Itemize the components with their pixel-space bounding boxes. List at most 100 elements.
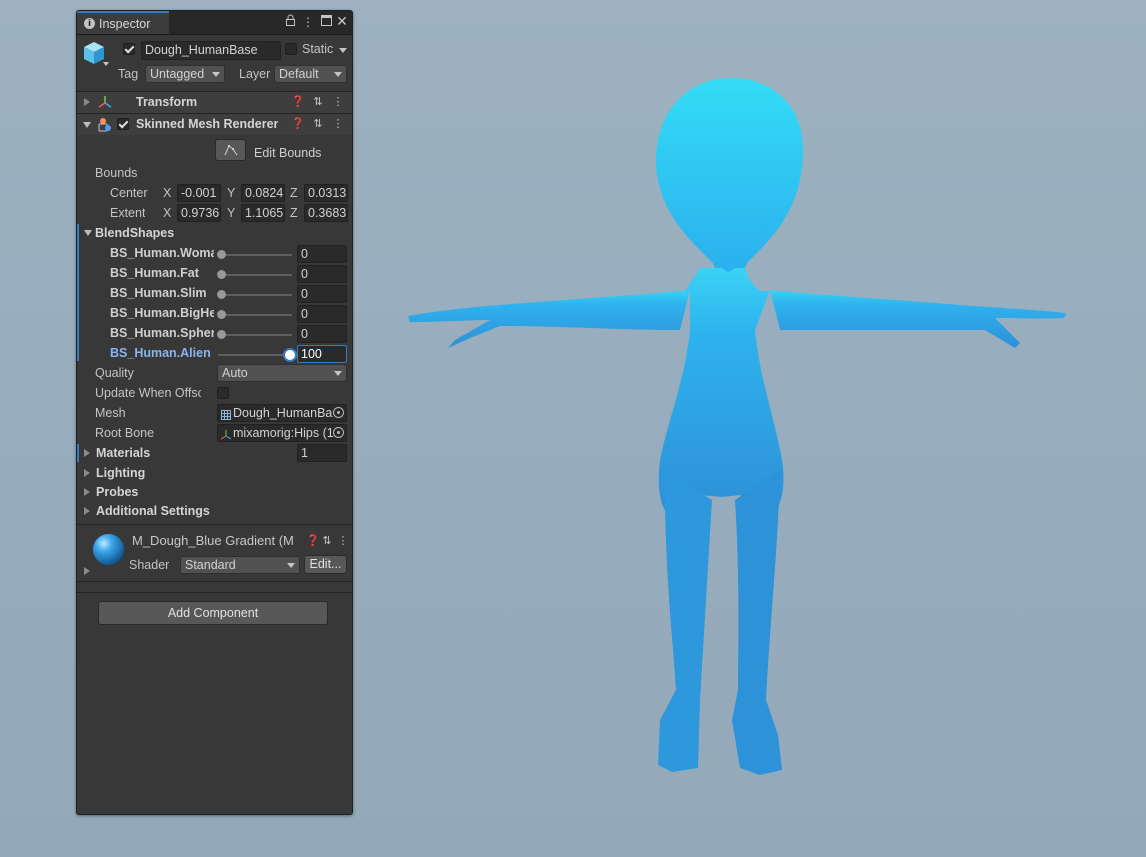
blendshape-slider-knob[interactable] xyxy=(217,310,226,319)
lighting-label[interactable]: Lighting xyxy=(96,466,145,480)
gameobject-cube-icon[interactable] xyxy=(82,40,110,72)
kebab-menu-icon[interactable]: ⋮ xyxy=(301,14,315,30)
blendshape-label: BS_Human.Alien xyxy=(110,346,211,360)
edit-bounds-button[interactable] xyxy=(215,139,246,161)
blendshape-value-field[interactable]: 0 xyxy=(297,265,347,283)
shader-dropdown[interactable]: Standard xyxy=(180,556,300,574)
blendshape-slider-track[interactable] xyxy=(218,294,292,296)
preset-sliders-icon[interactable]: ⇅ xyxy=(312,118,324,130)
blendshape-label: BS_Human.Sphere xyxy=(110,326,214,340)
foldout-arrow-icon[interactable] xyxy=(84,98,90,106)
kebab-menu-icon[interactable]: ⋮ xyxy=(332,118,344,130)
kebab-menu-icon[interactable]: ⋮ xyxy=(332,96,344,108)
maximize-icon[interactable] xyxy=(319,14,333,30)
kebab-menu-icon[interactable]: ⋮ xyxy=(337,535,349,547)
layer-dropdown[interactable]: Default xyxy=(274,65,347,83)
shader-edit-button[interactable]: Edit... xyxy=(304,555,347,574)
foldout-arrow-icon[interactable] xyxy=(84,469,90,477)
divider xyxy=(77,524,352,525)
extent-x-field[interactable]: 0.9736 xyxy=(177,204,221,222)
object-picker-icon[interactable] xyxy=(333,427,344,438)
center-x-field[interactable]: -0.001 xyxy=(177,184,221,202)
foldout-arrow-icon[interactable] xyxy=(84,230,92,236)
renderer-enabled-checkbox[interactable] xyxy=(117,118,129,130)
inspector-panel: i Inspector ⋮ ✕ Dough_HumanBase Static T… xyxy=(76,10,353,815)
chevron-down-icon xyxy=(334,72,342,77)
tab-inspector[interactable]: i Inspector xyxy=(77,11,169,34)
blendshape-label: BS_Human.BigHea xyxy=(110,306,214,320)
extent-y-field[interactable]: 1.1065 xyxy=(241,204,285,222)
blendshape-value-field[interactable]: 0 xyxy=(297,285,347,303)
tag-dropdown[interactable]: Untagged xyxy=(145,65,225,83)
blendshape-slider-knob[interactable] xyxy=(217,290,226,299)
additional-settings-label[interactable]: Additional Settings xyxy=(96,504,210,518)
center-z-field[interactable]: 0.0313 xyxy=(304,184,348,202)
skinned-mesh-header[interactable]: Skinned Mesh Renderer ❓ ⇅ ⋮ xyxy=(77,113,352,135)
override-indicator-bar xyxy=(77,224,79,361)
mesh-label: Mesh xyxy=(95,406,126,420)
object-name-field[interactable]: Dough_HumanBase xyxy=(141,41,281,60)
update-offscreen-checkbox[interactable] xyxy=(217,387,229,399)
transform-header[interactable]: Transform ❓ ⇅ ⋮ xyxy=(77,91,352,113)
static-checkbox[interactable] xyxy=(285,43,297,55)
tag-value: Untagged xyxy=(150,67,205,81)
blendshape-slider-knob[interactable] xyxy=(283,348,297,362)
blendshapes-label[interactable]: BlendShapes xyxy=(95,226,174,240)
extent-z-field[interactable]: 0.3683 xyxy=(304,204,348,222)
help-icon[interactable]: ❓ xyxy=(306,535,320,547)
blendshape-value-field[interactable]: 0 xyxy=(297,325,347,343)
center-x-label: X xyxy=(163,186,172,200)
skinned-mesh-title: Skinned Mesh Renderer xyxy=(136,117,279,131)
close-icon[interactable]: ✕ xyxy=(335,14,349,30)
tag-label: Tag xyxy=(118,67,139,81)
info-icon: i xyxy=(84,18,95,29)
help-icon[interactable]: ❓ xyxy=(291,118,305,130)
scene-viewport[interactable] xyxy=(380,60,1100,800)
root-bone-object-field[interactable]: mixamorig:Hips (1 xyxy=(217,424,347,442)
blendshape-slider-track[interactable] xyxy=(218,334,292,336)
foldout-arrow-icon[interactable] xyxy=(84,488,90,496)
static-label[interactable]: Static xyxy=(302,42,333,56)
transform-axes-icon xyxy=(98,95,112,109)
foldout-arrow-icon[interactable] xyxy=(84,567,90,575)
shader-value: Standard xyxy=(185,558,236,572)
quality-label: Quality xyxy=(95,366,134,380)
foldout-arrow-icon[interactable] xyxy=(84,449,90,457)
active-checkbox[interactable] xyxy=(123,43,135,55)
skinned-mesh-icon xyxy=(97,117,111,132)
static-dropdown-arrow-icon[interactable] xyxy=(339,48,347,53)
blendshape-slider-track[interactable] xyxy=(218,254,292,256)
blendshape-slider-track[interactable] xyxy=(218,314,292,316)
preset-sliders-icon[interactable]: ⇅ xyxy=(312,96,324,108)
divider xyxy=(77,592,352,593)
materials-label[interactable]: Materials xyxy=(96,446,150,460)
quality-dropdown[interactable]: Auto xyxy=(217,364,347,382)
blendshape-value-field[interactable]: 0 xyxy=(297,305,347,323)
layer-label: Layer xyxy=(239,67,271,81)
mesh-object-field[interactable]: Dough_HumanBa xyxy=(217,404,347,422)
quality-value: Auto xyxy=(222,366,248,380)
blendshape-label: BS_Human.Slim xyxy=(110,286,207,300)
materials-count-field[interactable]: 1 xyxy=(297,444,347,462)
bounds-label: Bounds xyxy=(95,166,138,180)
help-icon[interactable]: ❓ xyxy=(291,96,305,108)
blendshape-slider-knob[interactable] xyxy=(217,270,226,279)
preset-sliders-icon[interactable]: ⇅ xyxy=(321,535,333,547)
foldout-arrow-icon[interactable] xyxy=(83,122,91,128)
blendshape-slider-knob[interactable] xyxy=(217,250,226,259)
blendshape-value-field[interactable]: 100 xyxy=(297,345,347,363)
probes-label[interactable]: Probes xyxy=(96,485,138,499)
blendshape-slider-knob[interactable] xyxy=(217,330,226,339)
lock-icon[interactable] xyxy=(283,14,297,30)
center-y-field[interactable]: 0.0824 xyxy=(241,184,285,202)
blendshape-slider-track[interactable] xyxy=(218,274,292,276)
inspector-tab-bar: i Inspector ⋮ ✕ xyxy=(77,11,352,35)
blendshape-value-field[interactable]: 0 xyxy=(297,245,347,263)
material-name: M_Dough_Blue Gradient (M xyxy=(132,533,294,548)
mesh-grid-icon xyxy=(221,408,231,420)
object-picker-icon[interactable] xyxy=(333,407,344,418)
center-y-label: Y xyxy=(227,186,236,200)
add-component-button[interactable]: Add Component xyxy=(98,601,328,625)
blendshape-slider-track[interactable] xyxy=(218,354,292,356)
foldout-arrow-icon[interactable] xyxy=(84,507,90,515)
